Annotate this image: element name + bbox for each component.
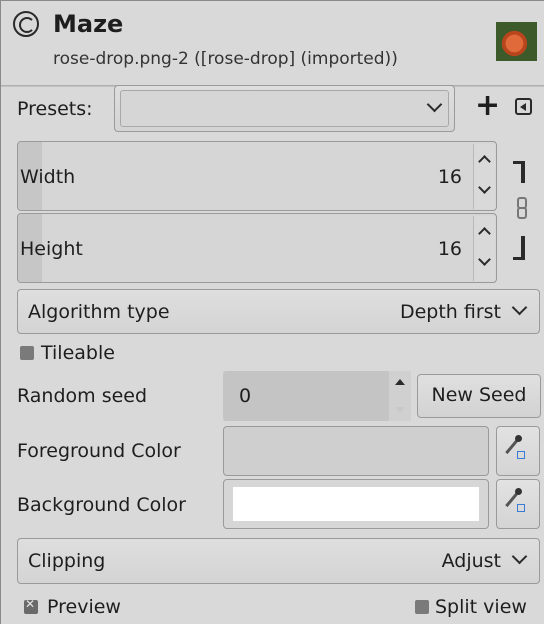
height-value: 16 <box>437 238 462 260</box>
chevron-down-icon <box>511 548 528 565</box>
foreground-color-button[interactable] <box>223 426 489 476</box>
height-label: Height <box>20 238 83 260</box>
image-subtitle: rose-drop.png-2 ([rose-drop] (imported)) <box>53 49 398 69</box>
new-seed-button[interactable]: New Seed <box>417 374 541 418</box>
height-decrement-button[interactable] <box>473 248 495 281</box>
clipping-value: Adjust <box>441 550 501 572</box>
chain-link-icon[interactable] <box>509 161 533 261</box>
algorithm-label: Algorithm type <box>28 301 170 323</box>
width-value: 16 <box>437 166 462 188</box>
image-thumbnail <box>496 22 537 61</box>
width-spinner[interactable]: Width 16 <box>17 141 497 211</box>
tileable-label: Tileable <box>41 342 115 364</box>
height-increment-button[interactable] <box>473 216 495 249</box>
gimp-logo-icon <box>13 11 39 37</box>
random-seed-field[interactable]: 0 <box>223 371 411 421</box>
preview-checkbox[interactable] <box>24 597 38 614</box>
chevron-down-icon <box>478 253 491 266</box>
background-color-button[interactable] <box>223 479 489 529</box>
chevron-up-icon <box>478 227 491 240</box>
clipping-combo[interactable]: Clipping Adjust <box>17 538 540 584</box>
random-seed-value: 0 <box>239 385 252 407</box>
chevron-down-icon <box>395 407 405 413</box>
algorithm-type-combo[interactable]: Algorithm type Depth first <box>17 289 540 334</box>
height-spinner[interactable]: Height 16 <box>17 213 497 283</box>
split-view-label: Split view <box>435 596 527 618</box>
clipping-label: Clipping <box>28 550 106 572</box>
width-decrement-button[interactable] <box>473 176 495 209</box>
preview-label: Preview <box>47 596 121 618</box>
presets-combo[interactable] <box>114 85 455 132</box>
menu-arrow-icon[interactable] <box>515 98 532 115</box>
width-label: Width <box>20 166 76 188</box>
plus-icon[interactable]: + <box>475 91 500 121</box>
chevron-up-icon <box>478 155 491 168</box>
dialog-title: Maze <box>53 10 124 38</box>
chevron-down-icon <box>478 181 491 194</box>
split-view-checkbox[interactable] <box>415 600 429 614</box>
random-seed-label: Random seed <box>17 385 148 407</box>
background-color-label: Background Color <box>17 494 186 516</box>
chevron-down-icon <box>511 299 528 316</box>
width-increment-button[interactable] <box>473 144 495 177</box>
background-color-swatch <box>233 487 479 521</box>
tileable-checkbox[interactable] <box>20 346 34 360</box>
chevron-up-icon <box>395 379 405 385</box>
random-seed-stepper[interactable] <box>389 371 411 421</box>
foreground-color-label: Foreground Color <box>17 440 181 462</box>
presets-label: Presets: <box>17 98 93 120</box>
background-color-picker-button[interactable] <box>496 479 540 529</box>
algorithm-value: Depth first <box>399 301 501 323</box>
foreground-color-picker-button[interactable] <box>496 426 540 476</box>
